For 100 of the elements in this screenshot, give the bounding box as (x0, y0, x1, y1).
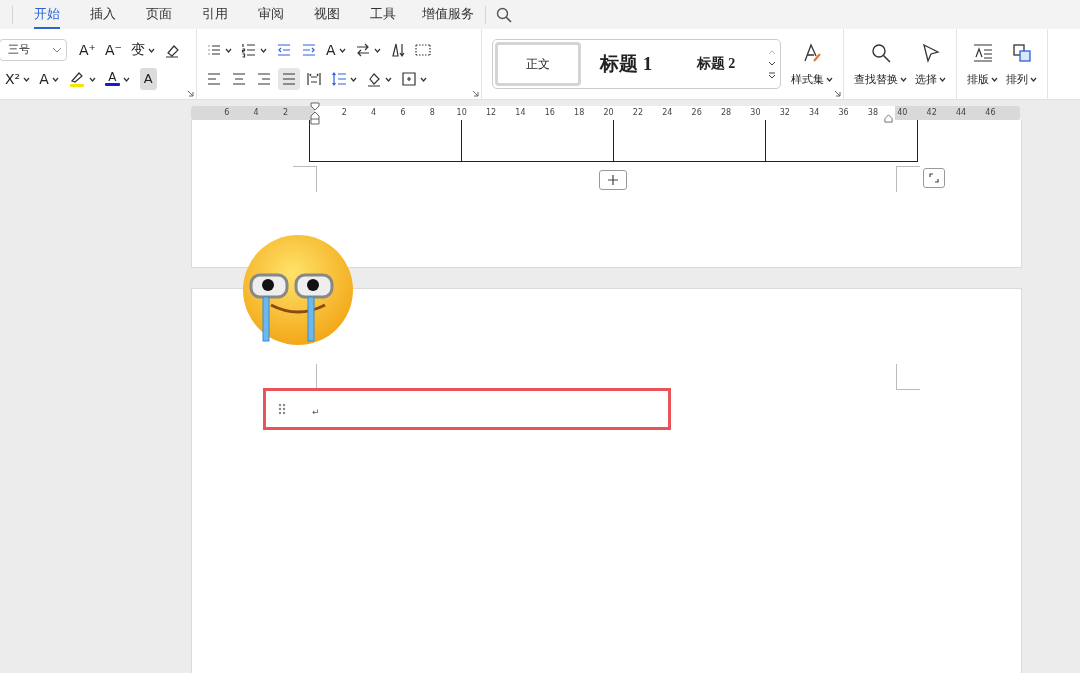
ribbon-tab[interactable]: 增值服务 (411, 0, 485, 29)
ruler-number: 8 (428, 107, 436, 119)
text-layout-icon (971, 41, 994, 64)
borders-icon (401, 70, 417, 87)
ruler-number: 26 (690, 107, 703, 119)
ruler-number: 16 (543, 107, 556, 119)
margin-corner-mark (896, 166, 920, 192)
pen-letter-icon (801, 41, 823, 64)
ruler-number: 32 (778, 107, 791, 119)
ribbon-button[interactable]: 排列 (1006, 41, 1037, 87)
ruler-number: 44 (954, 107, 968, 119)
caret-icon (1030, 76, 1037, 82)
ruler-number: 20 (602, 107, 615, 119)
crying-face-icon (241, 233, 355, 347)
caret-icon (373, 47, 381, 53)
align-right-icon (256, 70, 272, 87)
indent-marker-icon[interactable] (310, 102, 320, 126)
caret-icon (350, 76, 357, 82)
ruler-number: 4 (252, 107, 260, 119)
caret-icon (23, 76, 31, 82)
caret-icon (52, 46, 62, 53)
dialog-launcher-icon[interactable] (472, 90, 479, 97)
ribbon-button[interactable]: 排版 (967, 41, 998, 87)
caret-icon (88, 76, 96, 82)
indent-icon (301, 41, 317, 58)
format-button[interactable]: A (36, 67, 62, 90)
outdent-icon (276, 41, 292, 58)
search-icon[interactable] (496, 6, 512, 23)
ruler-number: 40 (896, 107, 909, 119)
ribbon-button[interactable]: 选择 (915, 41, 946, 87)
ruler-number: 46 (984, 107, 997, 119)
ruler-number: 22 (631, 107, 645, 119)
char-shading-button[interactable]: A (139, 67, 157, 90)
distributed-icon (306, 70, 322, 87)
ruler-number: 2 (340, 107, 348, 119)
search-icon (869, 41, 892, 64)
ruler-number: 6 (399, 107, 407, 119)
dialog-launcher-icon[interactable] (834, 90, 841, 97)
caret-icon (420, 76, 427, 82)
format-button[interactable]: X² (2, 67, 34, 90)
ruler-number: 10 (455, 107, 468, 119)
table-resize-button[interactable] (923, 168, 945, 188)
line-spacing-icon (331, 70, 347, 87)
ribbon-button[interactable]: 样式集 (791, 41, 833, 87)
indent-marker-icon[interactable] (884, 114, 893, 123)
add-row-button[interactable] (599, 170, 627, 190)
font-color-button[interactable]: A (101, 67, 133, 90)
ribbon-tab[interactable]: 视图 (299, 0, 355, 29)
caret-icon (147, 47, 155, 53)
ribbon-button[interactable]: 查找替换 (854, 41, 907, 87)
scroll-down-icon[interactable] (768, 60, 776, 66)
drag-handle-icon[interactable] (278, 403, 286, 415)
ribbon-tab[interactable]: 页面 (131, 0, 187, 29)
plus-icon (607, 174, 619, 186)
style-item[interactable]: 正文 (495, 42, 581, 86)
bidi-icon (354, 41, 371, 58)
justify-button[interactable] (278, 67, 300, 90)
overlapping-squares-icon (1010, 41, 1033, 64)
ribbon-tab[interactable]: 引用 (187, 0, 243, 29)
ruler-number: 6 (223, 107, 231, 119)
ruler-number: 36 (837, 107, 850, 119)
caret-icon (338, 47, 346, 53)
ruler-number: 28 (719, 107, 733, 119)
ribbon-tab[interactable]: 审阅 (243, 0, 299, 29)
font-size-dropdown[interactable]: 三号 (0, 38, 67, 61)
ruler-number: 42 (925, 107, 938, 119)
margin-corner-mark (293, 166, 317, 192)
margin-corner-mark (896, 364, 920, 390)
expand-icon[interactable] (768, 71, 776, 79)
resize-icon (929, 173, 939, 183)
paragraph-mark: ↵ (312, 407, 320, 417)
ruler-number: 18 (573, 107, 586, 119)
ribbon-tab[interactable]: 工具 (355, 0, 411, 29)
caret-icon (991, 76, 998, 82)
caret-icon (122, 76, 130, 82)
ruler-number: 2 (281, 107, 289, 119)
caret-icon (939, 76, 946, 82)
caret-icon (225, 47, 232, 53)
caret-icon (260, 47, 267, 53)
ribbon-tab[interactable]: 开始 (19, 0, 75, 29)
dialog-launcher-icon[interactable] (187, 90, 194, 97)
style-item[interactable]: 标题 2 (671, 45, 761, 83)
numbering-icon (241, 41, 257, 58)
ribbon-tab[interactable]: 插入 (75, 0, 131, 29)
format-button[interactable]: A⁺ (76, 38, 99, 61)
format-button[interactable]: A⁻ (101, 38, 125, 61)
ruler-number: 30 (749, 107, 762, 119)
style-item[interactable]: 标题 1 (581, 45, 671, 83)
ruler-number: 34 (808, 107, 821, 119)
caret-icon (385, 76, 392, 82)
ruler-number: 38 (866, 107, 880, 119)
sort-icon (389, 41, 406, 58)
ruler-number: 12 (484, 107, 498, 119)
ruler-number: 14 (514, 107, 527, 119)
align-center-icon (231, 70, 247, 87)
format-button[interactable]: 变 (127, 38, 158, 61)
align-left-icon (206, 70, 222, 87)
char-spacing-button[interactable]: A (323, 38, 349, 61)
ruler-number: 4 (370, 107, 378, 119)
caret-icon (900, 76, 907, 82)
